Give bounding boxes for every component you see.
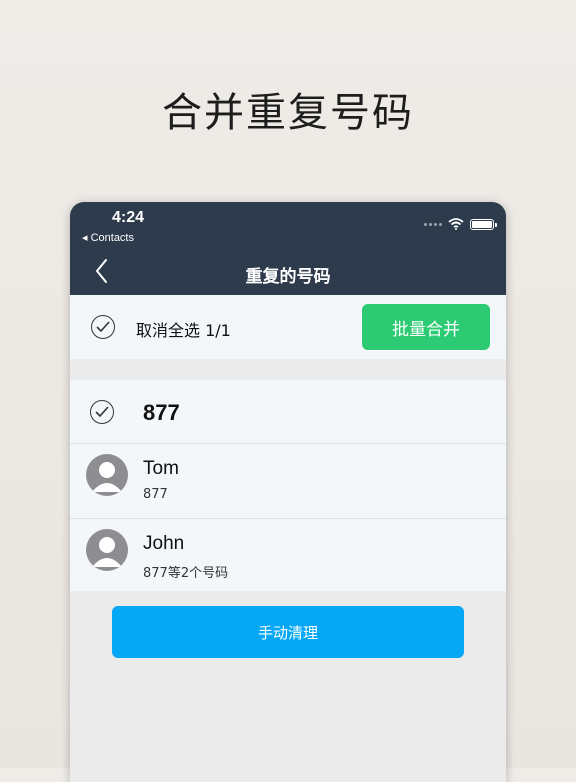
duplicate-group-header[interactable]: 877	[70, 380, 506, 444]
avatar-icon	[86, 454, 128, 496]
contact-row[interactable]: Tom 877	[70, 444, 506, 519]
group-checkbox[interactable]	[90, 400, 114, 424]
contact-number: 877	[143, 487, 168, 502]
selection-toolbar: 取消全选 1/1 批量合并	[70, 295, 506, 359]
contact-name: John	[143, 533, 185, 554]
batch-merge-button[interactable]: 批量合并	[362, 304, 490, 350]
wifi-icon	[448, 218, 464, 230]
signal-dots-icon	[424, 222, 442, 226]
page-headline: 合并重复号码	[162, 90, 414, 136]
check-icon	[95, 406, 109, 418]
battery-icon	[470, 218, 497, 230]
contact-number: 877等2个号码	[143, 566, 229, 581]
duplicate-group-list: 877 Tom 877 John 877等2个号码	[70, 380, 506, 591]
phone-screen: 4:24 ◂ Contacts 重复的号码 取消全选 1/1 批量合并 877 …	[70, 202, 506, 782]
nav-title: 重复的号码	[245, 267, 331, 287]
select-all-checkbox[interactable]	[91, 315, 115, 339]
check-icon	[96, 321, 110, 333]
status-time: 4:24	[112, 209, 145, 226]
manual-clean-button[interactable]: 手动清理	[112, 606, 464, 658]
duplicate-number: 877	[143, 400, 180, 425]
contact-row[interactable]: John 877等2个号码	[70, 519, 506, 593]
back-to-contacts-link[interactable]: ◂ Contacts	[82, 231, 134, 244]
avatar-icon	[86, 529, 128, 571]
navigation-bar: 4:24 ◂ Contacts 重复的号码	[70, 202, 506, 295]
contact-name: Tom	[143, 458, 179, 479]
status-icons	[424, 217, 497, 231]
select-all-label[interactable]: 取消全选 1/1	[136, 317, 231, 341]
